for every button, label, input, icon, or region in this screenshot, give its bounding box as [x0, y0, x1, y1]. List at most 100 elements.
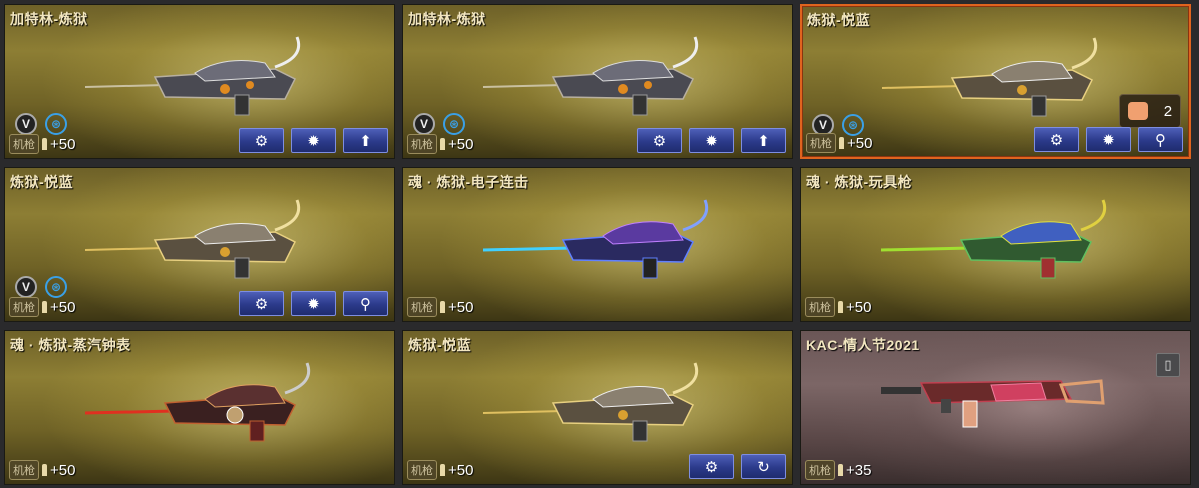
weapon-type-tag: 机枪	[806, 133, 836, 153]
ammo-bonus: +50	[50, 461, 76, 479]
gear-wrench-icon: ⚙	[704, 458, 719, 476]
weapon-card[interactable]: 加特林-炼狱 V ⊛ 机枪 +50 ⚙ ✹ ⬆	[4, 4, 395, 159]
weapon-title: 加特林-炼狱	[10, 11, 88, 27]
inspect-button[interactable]: ⚲	[1138, 127, 1183, 152]
bullet-icon	[839, 137, 844, 149]
weapon-info: 机枪 +50	[407, 460, 473, 480]
gear-icon: ✹	[1102, 131, 1115, 149]
steering-wheel-icon: ⊛	[45, 113, 67, 135]
gear-wrench-icon: ⚙	[652, 132, 667, 150]
gatling-weapon-image	[84, 199, 301, 279]
card-actions: ⚙ ✹ ⬆	[637, 128, 786, 153]
weapon-title: 魂 · 炼狱-玩具枪	[806, 174, 913, 190]
arrow-up-icon: ⬆	[757, 132, 770, 150]
weapon-card-selected[interactable]: 炼狱-悦蓝 2 V ⊛ 机枪 +50 ⚙ ✹ ⚲	[800, 4, 1191, 159]
gear-wrench-icon: ⚙	[254, 295, 269, 313]
weapon-card[interactable]: 加特林-炼狱 V ⊛ 机枪 +50 ⚙ ✹ ⬆	[402, 4, 793, 159]
ammo-bonus: +50	[847, 134, 873, 152]
exchange-button[interactable]: ↻	[741, 454, 786, 479]
ammo-bonus: +50	[50, 135, 76, 153]
refresh-icon: ↻	[757, 458, 770, 476]
badge-group: V ⊛	[413, 113, 465, 135]
weapon-card[interactable]: 魂 · 炼狱-电子连击 机枪 +50	[402, 167, 793, 322]
upgrade-button[interactable]: ⬆	[343, 128, 388, 153]
weapon-info: 机枪 +50	[9, 460, 75, 480]
steering-wheel-icon: ⊛	[45, 276, 67, 298]
badge-group: V ⊛	[15, 276, 67, 298]
modify-button[interactable]: ⚙	[239, 291, 284, 316]
gatling-weapon-image	[881, 37, 1098, 117]
kac-weapon-image	[881, 379, 1105, 428]
card-actions: ⚙ ↻	[689, 454, 786, 479]
bullet-icon	[440, 301, 445, 313]
weapon-type-tag: 机枪	[9, 460, 39, 480]
settings-button[interactable]: ✹	[291, 128, 336, 153]
gatling-weapon-image	[482, 36, 699, 116]
stock-count: 2	[1163, 102, 1173, 120]
search-icon: ⚲	[360, 295, 371, 313]
weapon-info: 机枪 +50	[407, 134, 473, 154]
weapon-type-tag: 机枪	[9, 297, 39, 317]
delete-button[interactable]: ▯	[1156, 353, 1180, 377]
steering-wheel-icon: ⊛	[443, 113, 465, 135]
bullet-icon	[440, 464, 445, 476]
inventory-stock: 2	[1119, 94, 1181, 128]
v-rank-icon: V	[413, 113, 435, 135]
upgrade-button[interactable]: ⬆	[741, 128, 786, 153]
modify-button[interactable]: ⚙	[239, 128, 284, 153]
weapon-info: 机枪 +50	[805, 297, 871, 317]
weapon-type-tag: 机枪	[805, 297, 835, 317]
bullet-icon	[42, 138, 47, 150]
weapon-card[interactable]: 魂 · 炼狱-蒸汽钟表 机枪 +50	[4, 330, 395, 485]
weapon-type-tag: 机枪	[407, 460, 437, 480]
weapon-type-tag: 机枪	[9, 134, 39, 154]
weapon-title: 炼狱-悦蓝	[408, 337, 472, 353]
modify-button[interactable]: ⚙	[689, 454, 734, 479]
card-actions: ⚙ ✹ ⬆	[239, 128, 388, 153]
ammo-bonus: +50	[448, 135, 474, 153]
settings-button[interactable]: ✹	[291, 291, 336, 316]
gear-icon: ✹	[307, 295, 320, 313]
bag-icon	[1127, 102, 1148, 120]
weapon-card[interactable]: 炼狱-悦蓝 V ⊛ 机枪 +50 ⚙ ✹ ⚲	[4, 167, 395, 322]
settings-button[interactable]: ✹	[1086, 127, 1131, 152]
ammo-bonus: +50	[448, 461, 474, 479]
ammo-bonus: +50	[846, 298, 872, 316]
gatling-weapon-image	[84, 36, 301, 116]
bullet-icon	[838, 301, 843, 313]
trash-icon: ▯	[1164, 357, 1172, 372]
gear-icon: ✹	[307, 132, 320, 150]
modify-button[interactable]: ⚙	[1034, 127, 1079, 152]
bullet-icon	[440, 138, 445, 150]
inspect-button[interactable]: ⚲	[343, 291, 388, 316]
weapon-grid: 加特林-炼狱 V ⊛ 机枪 +50 ⚙ ✹ ⬆ 加特林-炼狱 V ⊛ 机枪 +5…	[0, 0, 1199, 488]
v-rank-icon: V	[15, 113, 37, 135]
settings-button[interactable]: ✹	[689, 128, 734, 153]
gatling-weapon-image	[482, 362, 699, 442]
badge-group: V ⊛	[15, 113, 67, 135]
card-actions: ⚙ ✹ ⚲	[1034, 127, 1183, 152]
gatling-weapon-image	[84, 362, 311, 442]
ammo-bonus: +35	[846, 461, 872, 479]
weapon-title: KAC-情人节2021	[806, 337, 920, 353]
ammo-bonus: +50	[50, 298, 76, 316]
bullet-icon	[42, 464, 47, 476]
bullet-icon	[42, 301, 47, 313]
card-actions: ⚙ ✹ ⚲	[239, 291, 388, 316]
weapon-card[interactable]: 炼狱-悦蓝 机枪 +50 ⚙ ↻	[402, 330, 793, 485]
weapon-info: 机枪 +50	[407, 297, 473, 317]
weapon-title: 魂 · 炼狱-电子连击	[408, 174, 529, 190]
modify-button[interactable]: ⚙	[637, 128, 682, 153]
weapon-card[interactable]: KAC-情人节2021 ▯ 机枪 +35	[800, 330, 1191, 485]
weapon-info: 机枪 +50	[806, 133, 872, 153]
weapon-title: 炼狱-悦蓝	[807, 12, 871, 28]
weapon-info: 机枪 +35	[805, 460, 871, 480]
gatling-weapon-image	[880, 199, 1107, 279]
ammo-bonus: +50	[448, 298, 474, 316]
gatling-weapon-image	[482, 199, 709, 279]
weapon-info: 机枪 +50	[9, 134, 75, 154]
weapon-title: 加特林-炼狱	[408, 11, 486, 27]
weapon-title: 魂 · 炼狱-蒸汽钟表	[10, 337, 131, 353]
weapon-type-tag: 机枪	[407, 297, 437, 317]
weapon-card[interactable]: 魂 · 炼狱-玩具枪 机枪 +50	[800, 167, 1191, 322]
